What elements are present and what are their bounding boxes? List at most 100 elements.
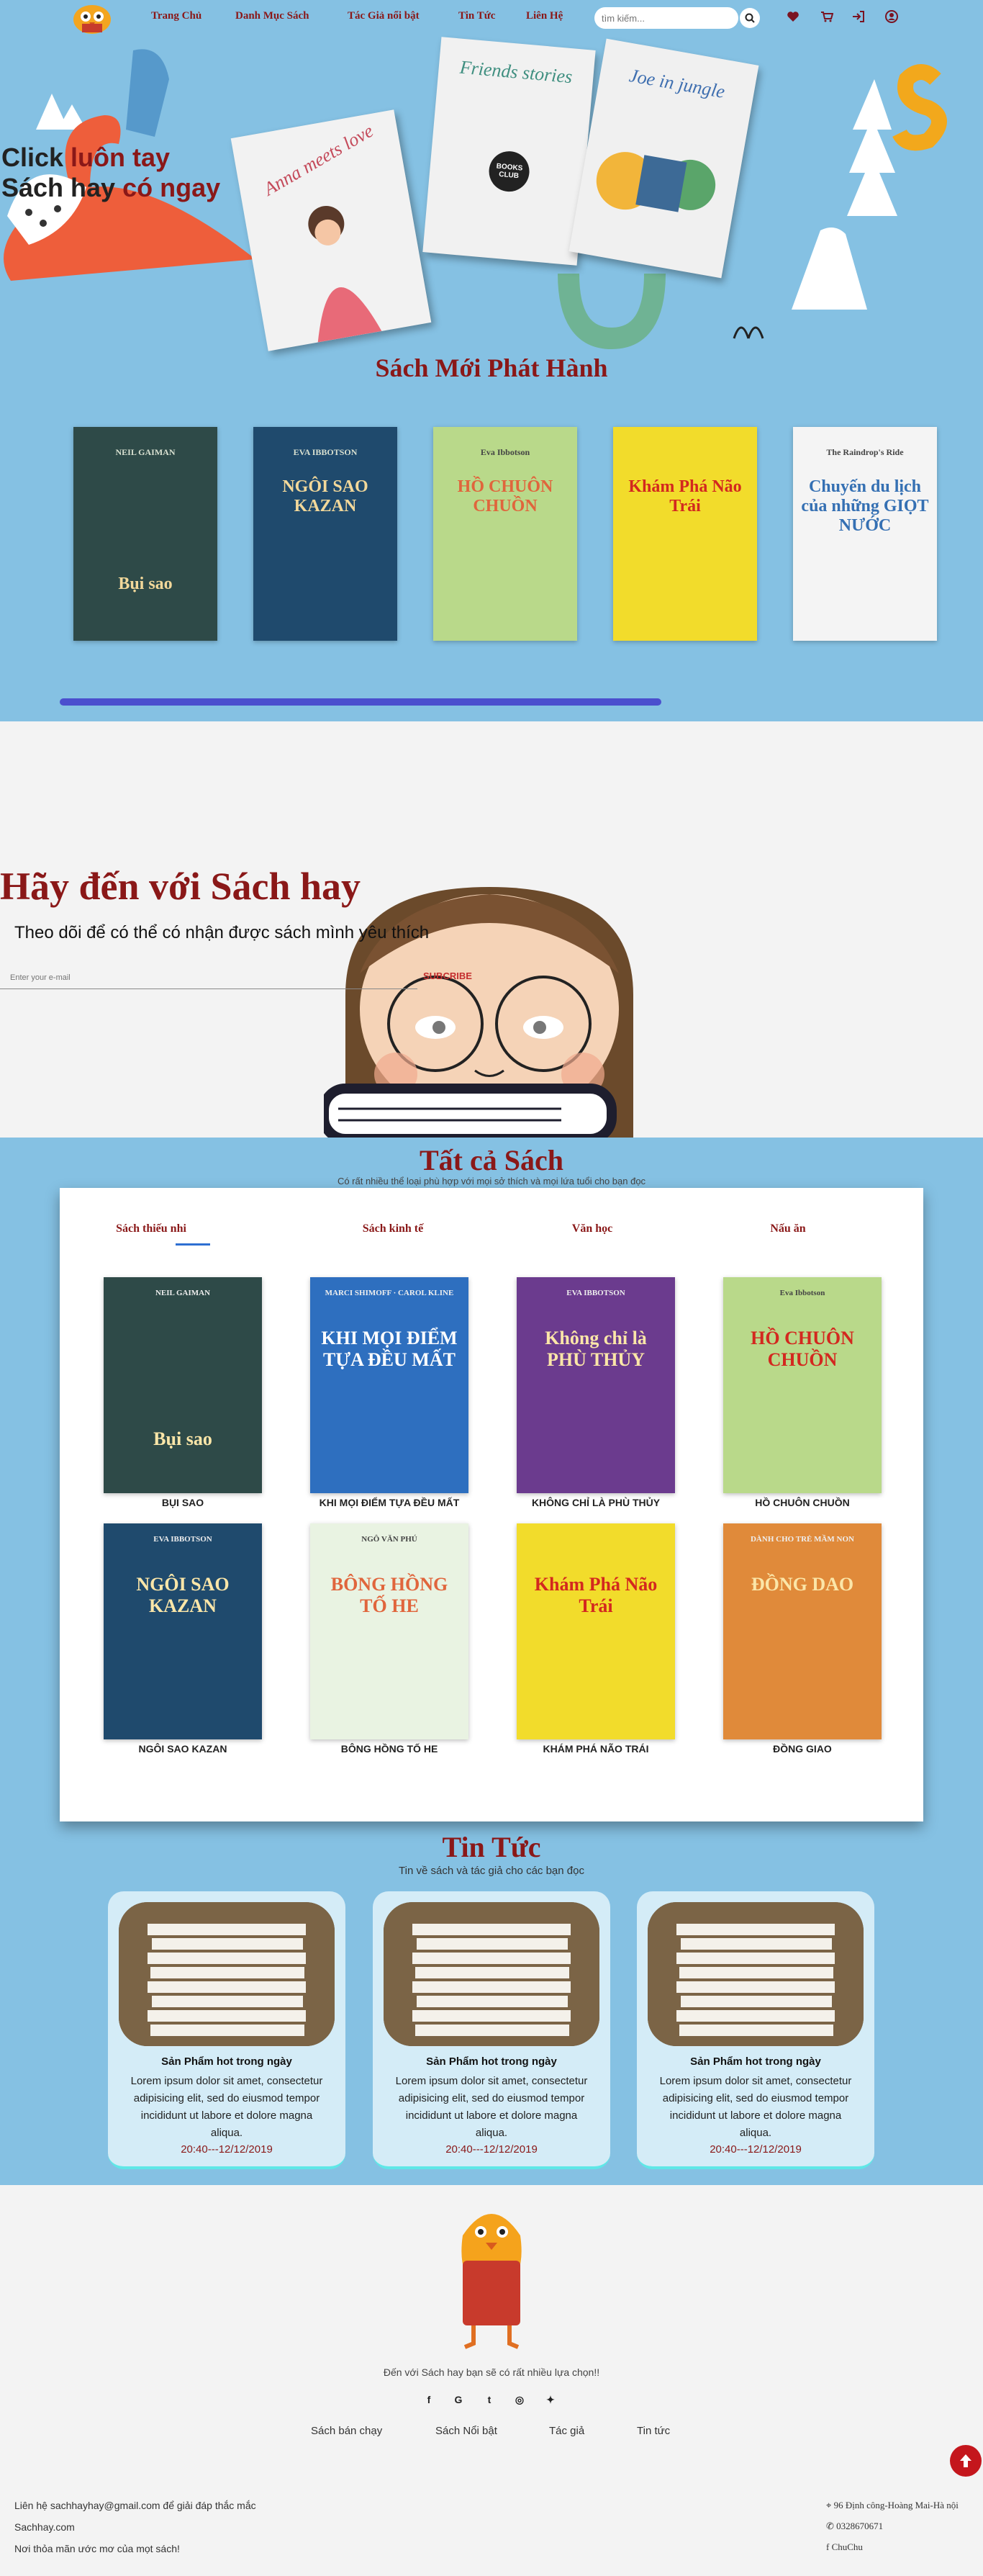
cover-author: NGÔ VĂN PHÚ <box>361 1535 417 1544</box>
book-caption[interactable]: KHI MỌI ĐIỂM TỰA ĐỀU MẤT <box>299 1497 479 1508</box>
news-card[interactable]: Sản Phẩm hot trong ngày Lorem ipsum dolo… <box>637 1891 874 2169</box>
new-book-cover[interactable]: NEIL GAIMAN Bụi sao <box>73 427 217 641</box>
nav-categories[interactable]: Danh Mục Sách <box>235 10 309 22</box>
instagram-icon[interactable]: ◎ <box>512 2392 527 2407</box>
email-field[interactable] <box>0 966 417 989</box>
new-book-cover[interactable]: Eva Ibbotson HỒ CHUÔN CHUỒN <box>433 427 577 641</box>
active-tab-underline <box>176 1243 210 1246</box>
nav-home[interactable]: Trang Chủ <box>151 10 201 22</box>
footer-site-name: Sachhay.com <box>14 2521 75 2533</box>
heart-icon[interactable] <box>785 9 801 24</box>
book-caption[interactable]: NGÔI SAO KAZAN <box>93 1743 273 1755</box>
news-item-title: Sản Phẩm hot trong ngày <box>690 2055 821 2068</box>
book-caption[interactable]: BỤI SAO <box>93 1497 273 1508</box>
news-item-desc: Lorem ipsum dolor sit amet, consectetur … <box>395 2075 588 2139</box>
book-title: NGÔI SAO KAZAN <box>282 477 368 515</box>
news-card[interactable]: Sản Phẩm hot trong ngày Lorem ipsum dolo… <box>373 1891 610 2169</box>
logo-owl-icon[interactable] <box>63 2 121 35</box>
news-card[interactable]: Sản Phẩm hot trong ngày Lorem ipsum dolo… <box>108 1891 345 2169</box>
cover-author: DÀNH CHO TRẺ MẦM NON <box>750 1535 854 1544</box>
all-books-title: Tất cả Sách <box>420 1144 563 1176</box>
twitter-icon[interactable]: ✦ <box>543 2392 558 2407</box>
footer-contact-email: Liên hệ sachhayhay@gmail.com để giải đáp… <box>14 2500 256 2511</box>
hero-slogan-line1: Click luôn tay <box>1 143 171 172</box>
map-marker-icon: ⌖ <box>826 2500 832 2510</box>
google-icon[interactable]: G <box>451 2392 466 2407</box>
tab-childrens-books[interactable]: Sách thiếu nhi <box>94 1222 209 1235</box>
footer-link-news[interactable]: Tin tức <box>637 2425 670 2437</box>
new-releases-title: Sách Mới Phát Hành <box>375 353 608 382</box>
news-item-desc: Lorem ipsum dolor sit amet, consectetur … <box>130 2075 323 2139</box>
cover-title: KHI MỌI ĐIỂM TỰA ĐỀU MẤT <box>321 1328 458 1370</box>
carousel-scrollbar[interactable] <box>60 698 661 706</box>
catalog-book-cover[interactable]: MARCI SHIMOFF · CAROL KLINE KHI MỌI ĐIỂM … <box>310 1277 468 1493</box>
cover-author: MARCI SHIMOFF · CAROL KLINE <box>325 1289 454 1297</box>
news-image <box>648 1902 864 2046</box>
cover-title: BÔNG HỒNG TỐ HE <box>330 1574 448 1616</box>
book-caption[interactable]: HỒ CHUÔN CHUỒN <box>712 1497 892 1508</box>
scroll-to-top-button[interactable] <box>950 2445 982 2477</box>
new-book-cover[interactable]: EVA IBBOTSON NGÔI SAO KAZAN <box>253 427 397 641</box>
hero-slogan-line2: Sách hay có ngay <box>1 173 221 202</box>
cover-title: NGÔI SAO KAZAN <box>136 1574 230 1616</box>
subscribe-subtitle: Theo dõi để có thể có nhận được sách mìn… <box>14 923 430 942</box>
catalog-book-cover[interactable]: Eva Ibbotson HỒ CHUÔN CHUỒN <box>723 1277 882 1493</box>
facebook-text: ChuChu <box>831 2541 863 2552</box>
footer-link-authors[interactable]: Tác giả <box>549 2425 584 2437</box>
footer-link-bestsellers[interactable]: Sách bán chạy <box>311 2425 382 2437</box>
tab-cooking[interactable]: Nấu ăn <box>730 1222 846 1235</box>
news-item-title: Sản Phẩm hot trong ngày <box>426 2055 557 2068</box>
tab-literature[interactable]: Văn học <box>535 1222 650 1235</box>
footer-tagline: Đến với Sách hay bạn sẽ có rất nhiều lựa… <box>383 2366 600 2378</box>
footer-slogan: Nơi thỏa mãn ước mơ của mọt sách! <box>14 2543 180 2554</box>
search-input[interactable] <box>594 7 738 29</box>
hero-book-friends: Friends stories BOOKS CLUB <box>422 37 596 266</box>
catalog-book-cover[interactable]: NGÔ VĂN PHÚ BÔNG HỒNG TỐ HE <box>310 1523 468 1739</box>
all-books-subtitle: Có rất nhiều thể loại phù hợp với mọi sở… <box>337 1176 646 1186</box>
nav-news[interactable]: Tin Tức <box>458 10 495 22</box>
news-item-date: 20:40---12/12/2019 <box>445 2143 538 2156</box>
facebook-small-icon: f <box>826 2541 830 2552</box>
catalog-book-cover[interactable]: Khám Phá Não Trái <box>517 1523 675 1739</box>
footer-link-featured[interactable]: Sách Nổi bật <box>435 2425 497 2437</box>
user-icon[interactable] <box>884 9 900 24</box>
catalog-book-cover[interactable]: EVA IBBOTSON Không chỉ là PHÙ THỦY <box>517 1277 675 1493</box>
news-item-desc: Lorem ipsum dolor sit amet, consectetur … <box>659 2075 852 2139</box>
catalog-book-cover[interactable]: DÀNH CHO TRẺ MẦM NON ĐỒNG DAO <box>723 1523 882 1739</box>
cover-author: EVA IBBOTSON <box>566 1289 625 1297</box>
all-books-section: Tất cả Sách Có rất nhiều thể loại phù hợ… <box>0 1138 983 2185</box>
book-author: The Raindrop's Ride <box>826 447 904 457</box>
book-title: Khám Phá Não Trái <box>628 477 742 515</box>
catalog-book-cover[interactable]: NEIL GAIMAN Bụi sao <box>104 1277 262 1493</box>
phone-icon: ✆ <box>826 2521 834 2531</box>
news-item-title: Sản Phẩm hot trong ngày <box>161 2055 292 2068</box>
hero-section: Trang Chủ Danh Mục Sách Tác Giả nổi bật … <box>0 0 983 721</box>
news-image <box>384 1902 599 2046</box>
facebook-icon[interactable]: f <box>422 2392 436 2407</box>
cover-author: Eva Ibbotson <box>779 1289 825 1297</box>
cover-author: EVA IBBOTSON <box>153 1535 212 1544</box>
address-text: 96 Định công-Hoàng Mai-Hà nội <box>833 2500 959 2510</box>
new-book-cover[interactable]: Khám Phá Não Trái <box>613 427 757 641</box>
book-caption[interactable]: BÔNG HỒNG TỐ HE <box>299 1743 479 1755</box>
book-title: Chuyến du lịch của những GIỌT NƯỚC <box>801 477 929 535</box>
catalog-book-cover[interactable]: EVA IBBOTSON NGÔI SAO KAZAN <box>104 1523 262 1739</box>
search-button[interactable] <box>740 8 760 28</box>
cover-title: HỒ CHUÔN CHUỒN <box>751 1328 854 1370</box>
cover-title: Khám Phá Não Trái <box>534 1574 658 1616</box>
sign-in-icon[interactable] <box>851 9 866 24</box>
news-image <box>119 1902 335 2046</box>
cart-icon[interactable] <box>819 9 835 24</box>
subscribe-button[interactable]: SUBCRIBE <box>423 970 472 981</box>
nav-contact[interactable]: Liên Hệ <box>526 10 563 22</box>
book-caption[interactable]: KHÁM PHÁ NÃO TRÁI <box>506 1743 686 1755</box>
tumblr-icon[interactable]: t <box>482 2392 497 2407</box>
new-book-cover[interactable]: The Raindrop's Ride Chuyến du lịch của nh… <box>793 427 937 641</box>
book-caption[interactable]: KHÔNG CHỈ LÀ PHÙ THỦY <box>506 1497 686 1508</box>
cover-title: Bụi sao <box>153 1428 212 1449</box>
book-caption[interactable]: ĐỒNG GIAO <box>712 1743 892 1755</box>
tab-economics[interactable]: Sách kinh tế <box>335 1222 450 1235</box>
reading-girl-illustration <box>324 887 633 1139</box>
footer-facebook[interactable]: f ChuChu <box>826 2541 863 2553</box>
nav-authors[interactable]: Tác Giả nổi bật <box>348 10 420 22</box>
